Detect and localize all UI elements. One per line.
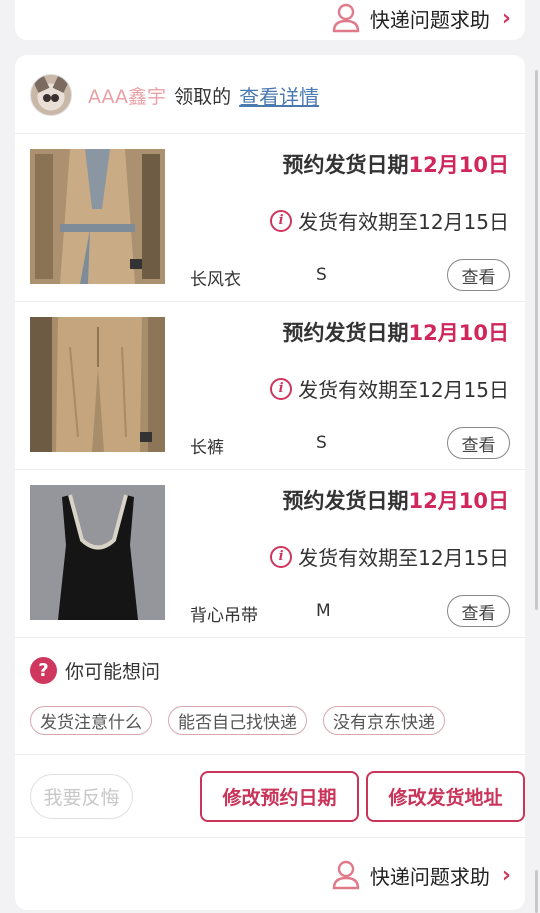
help-row-top[interactable]: 快递问题求助 › [332,0,511,38]
ship-date: 预约发货日期12月10日 [283,149,509,179]
question-icon: ? [30,657,57,684]
divider [15,754,525,755]
valid-until: i 发货有效期至12月15日 [270,542,509,571]
trousers-image [30,317,165,452]
chevron-right-icon: › [501,5,511,31]
ship-date-value: 12月10日 [408,489,509,513]
ship-date: 预约发货日期12月10日 [283,485,509,515]
claimer-verb: 领取的 [174,85,232,108]
scrollbar[interactable] [535,870,538,913]
ship-date: 预约发货日期12月10日 [283,317,509,347]
item-size: S [316,265,327,285]
view-button[interactable]: 查看 [447,595,510,627]
person-icon [332,3,360,33]
claimer-row: AAA鑫宇 领取的 查看详情 [30,73,319,117]
info-icon: i [270,545,293,568]
help-label: 快递问题求助 [369,864,490,889]
regret-button[interactable]: 我要反悔 [30,774,133,819]
item-size: M [316,601,331,621]
divider [15,837,525,838]
faq-chip[interactable]: 发货注意什么 [30,706,152,735]
valid-text: 发货有效期至12月15日 [298,546,509,570]
help-label: 快递问题求助 [369,7,490,32]
faq-chip[interactable]: 没有京东快递 [323,706,445,735]
item-size: S [316,433,327,453]
list-item: 预约发货日期12月10日 i 发货有效期至12月15日 背心吊带 M 查看 [15,470,525,638]
action-row: 我要反悔 修改预约日期 修改发货地址 [30,771,525,823]
trench-coat-image [30,149,165,284]
valid-until: i 发货有效期至12月15日 [270,374,509,403]
chevron-right-icon: › [501,862,511,888]
view-button[interactable]: 查看 [447,427,510,459]
info-icon: i [270,377,293,400]
view-button[interactable]: 查看 [447,259,510,291]
change-date-button[interactable]: 修改预约日期 [200,771,359,822]
scrollbar[interactable] [535,70,538,610]
divider [15,637,525,638]
ship-date-prefix: 预约发货日期 [282,321,409,345]
item-name: 长风衣 [190,270,241,290]
change-address-button[interactable]: 修改发货地址 [366,771,525,822]
valid-until: i 发货有效期至12月15日 [270,206,509,235]
faq-title: 你可能想问 [65,661,161,683]
ship-date-value: 12月10日 [408,153,509,177]
avatar [30,74,72,116]
valid-text: 发货有效期至12月15日 [298,210,509,234]
faq-chip[interactable]: 能否自己找快递 [168,706,307,735]
person-icon [332,860,360,890]
claimer-name: AAA鑫宇 [88,85,167,108]
list-item: 预约发货日期12月10日 i 发货有效期至12月15日 长裤 S 查看 [15,302,525,470]
info-icon: i [270,209,293,232]
ship-date-prefix: 预约发货日期 [282,489,409,513]
faq-header: ? 你可能想问 [30,657,160,684]
top-card: 快递问题求助 › [15,0,525,40]
faq-chips: 发货注意什么 能否自己找快递 没有京东快递 [30,706,445,735]
ship-date-value: 12月10日 [408,321,509,345]
view-details-link[interactable]: 查看详情 [239,81,319,110]
list-item: 预约发货日期12月10日 i 发货有效期至12月15日 长风衣 S 查看 [15,134,525,302]
item-name: 长裤 [190,438,224,458]
valid-text: 发货有效期至12月15日 [298,378,509,402]
camisole-image [30,485,165,620]
ship-date-prefix: 预约发货日期 [282,153,409,177]
order-card: AAA鑫宇 领取的 查看详情 预约发货日期12月10日 i 发货有效期至12月1 [15,55,525,910]
help-row-bottom[interactable]: 快递问题求助 › [332,855,511,895]
item-name: 背心吊带 [190,606,258,626]
